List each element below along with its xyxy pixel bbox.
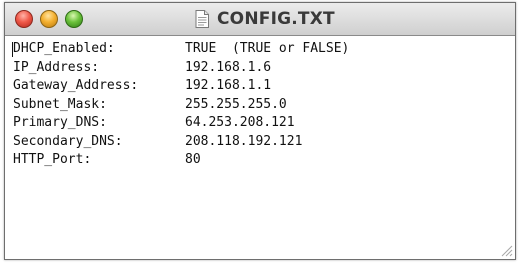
minimize-button[interactable] [40, 10, 58, 28]
text-document-icon [195, 10, 209, 28]
config-line: Gateway_Address: 192.168.1.1 [13, 77, 507, 96]
config-key: Primary_DNS: [13, 115, 107, 130]
config-value: TRUE (TRUE or FALSE) [185, 41, 350, 56]
config-line: Secondary_DNS: 208.118.192.121 [13, 133, 507, 152]
config-value: 255.255.255.0 [185, 96, 287, 112]
config-key: IP_Address: [13, 59, 100, 75]
config-key: Subnet_Mask: [13, 96, 107, 112]
resize-grip-icon[interactable] [499, 243, 513, 257]
config-key: HTTP_Port: [13, 152, 92, 167]
title-bar[interactable]: CONFIG.TXT [5, 3, 515, 36]
config-line: HTTP_Port: 80 [13, 151, 507, 170]
text-area[interactable]: DHCP_Enabled: TRUE (TRUE or FALSE) IP_Ad… [12, 40, 507, 255]
text-cursor [12, 42, 13, 57]
config-value: 64.253.208.121 [185, 115, 295, 130]
window-title-group: CONFIG.TXT [195, 8, 335, 30]
config-key: Gateway_Address: [13, 78, 139, 93]
config-value: 192.168.1.1 [185, 78, 272, 93]
config-line: Primary_DNS: 64.253.208.121 [13, 114, 507, 133]
config-line: Subnet_Mask: 255.255.255.0 [13, 96, 507, 115]
config-line: IP_Address: 192.168.1.6 [13, 59, 507, 78]
config-value: 192.168.1.6 [185, 59, 272, 75]
close-button[interactable] [15, 10, 33, 28]
text-editor-window: CONFIG.TXT DHCP_Enabled: TRUE (TRUE or F… [4, 2, 516, 260]
config-line: DHCP_Enabled: TRUE (TRUE or FALSE) [13, 40, 507, 59]
window-title: CONFIG.TXT [217, 9, 335, 29]
config-value: 80 [185, 152, 201, 167]
config-value: 208.118.192.121 [185, 133, 303, 149]
config-key: DHCP_Enabled: [13, 41, 115, 56]
config-key: Secondary_DNS: [13, 133, 123, 149]
zoom-button[interactable] [65, 10, 83, 28]
